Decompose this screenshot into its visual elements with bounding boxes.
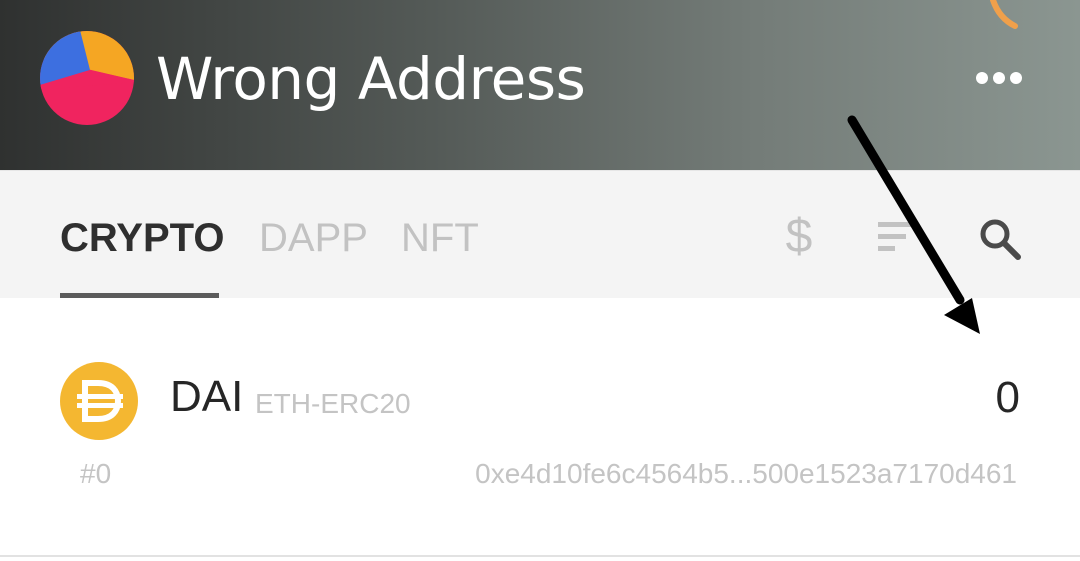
more-dots-icon[interactable] (970, 62, 1030, 94)
coin-network-badge: ETH-ERC20 (255, 388, 411, 419)
tab-crypto[interactable]: CRYPTO (60, 213, 224, 263)
sort-icon[interactable] (876, 219, 918, 255)
row-divider (0, 555, 1080, 557)
wallet-address: 0xe4d10fe6c4564b5...500e1523a7170d461 (475, 458, 1017, 489)
dollar-icon[interactable]: $ (781, 209, 817, 265)
page-title: Wrong Address (156, 45, 586, 113)
search-icon[interactable] (978, 217, 1022, 261)
wallet-logo-icon (40, 31, 134, 125)
list-item[interactable]: DAI ETH-ERC20 0 #0 0xe4d10fe6c4564b5...5… (0, 298, 1080, 555)
address-index: #0 (80, 458, 112, 489)
coin-balance: 0 (995, 373, 1020, 422)
dai-coin-icon (60, 362, 138, 440)
orange-curve-decoration (990, 0, 1018, 29)
tab-dapp[interactable]: DAPP (259, 213, 368, 263)
coin-symbol: DAI (170, 372, 244, 421)
asset-list: DAI ETH-ERC20 0 #0 0xe4d10fe6c4564b5...5… (0, 298, 1080, 561)
app-header: Wrong Address (0, 0, 1080, 170)
tab-bar: CRYPTO DAPP NFT $ (0, 170, 1080, 299)
tab-nft[interactable]: NFT (401, 213, 479, 263)
